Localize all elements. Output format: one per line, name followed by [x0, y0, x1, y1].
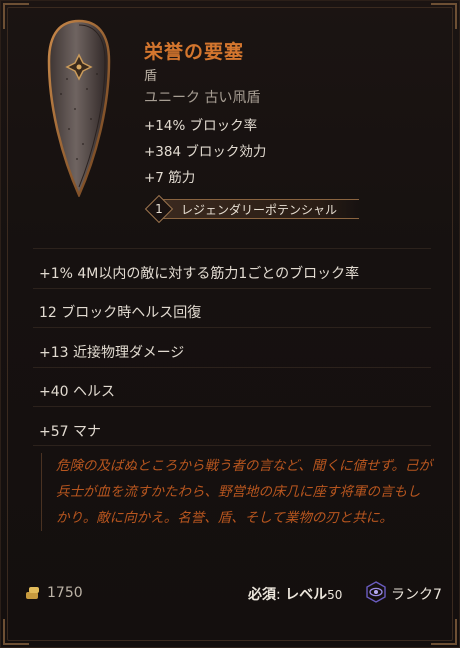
flavor-text: 危険の及ばぬところから戦う者の言など、聞くに値せず。己が兵士が血を流すかたわら、…	[41, 453, 433, 531]
rank-requirement: ランク7	[391, 584, 442, 604]
item-type: 盾	[144, 69, 158, 84]
legendary-potential-label: レジェンダリーポテンシャル	[181, 202, 338, 217]
sell-value: 1750	[25, 585, 83, 601]
divider	[33, 445, 431, 446]
level-requirement: 必須: レベル50	[248, 584, 342, 604]
divider	[33, 288, 431, 289]
base-stat: +384 ブロック効力	[144, 144, 267, 160]
affix-line: 12 ブロック時ヘルス回復	[39, 305, 202, 321]
affix-line: +13 近接物理ダメージ	[39, 345, 185, 361]
item-name: 栄誉の要塞	[144, 41, 245, 63]
gold-coins-icon	[25, 586, 41, 600]
affix-line: +40 ヘルス	[39, 384, 115, 400]
frame-corner-ornament	[3, 3, 29, 29]
item-tooltip: 栄誉の要塞 盾 ユニーク 古い凧盾 +14% ブロック率 +384 ブロック効力…	[0, 0, 460, 648]
level-label: レベル	[285, 587, 328, 603]
requirement-label: 必須	[248, 587, 276, 603]
gold-value: 1750	[47, 585, 83, 601]
frame-corner-ornament	[3, 619, 29, 645]
affix-line: +57 マナ	[39, 424, 101, 440]
base-stat: +14% ブロック率	[144, 118, 258, 134]
divider	[33, 327, 431, 328]
frame-corner-ornament	[431, 3, 457, 29]
requirement-colon: :	[276, 587, 286, 603]
rank-eye-icon	[366, 581, 386, 603]
frame-corner-ornament	[431, 619, 457, 645]
base-stat: +7 筋力	[144, 170, 196, 186]
rank-value: 7	[433, 587, 442, 603]
affix-line: +1% 4M以内の敵に対する筋力1ごとのブロック率	[39, 266, 360, 282]
level-value: 50	[327, 588, 343, 602]
divider	[33, 367, 431, 368]
item-rarity: ユニーク 古い凧盾	[144, 90, 261, 106]
rank-label: ランク	[391, 587, 433, 603]
legendary-potential-badge: 1 レジェンダリーポテンシャル	[144, 194, 359, 224]
kite-shield-icon	[47, 19, 111, 197]
legendary-potential-value: 1	[155, 202, 163, 216]
divider	[33, 406, 431, 407]
divider	[33, 248, 431, 249]
